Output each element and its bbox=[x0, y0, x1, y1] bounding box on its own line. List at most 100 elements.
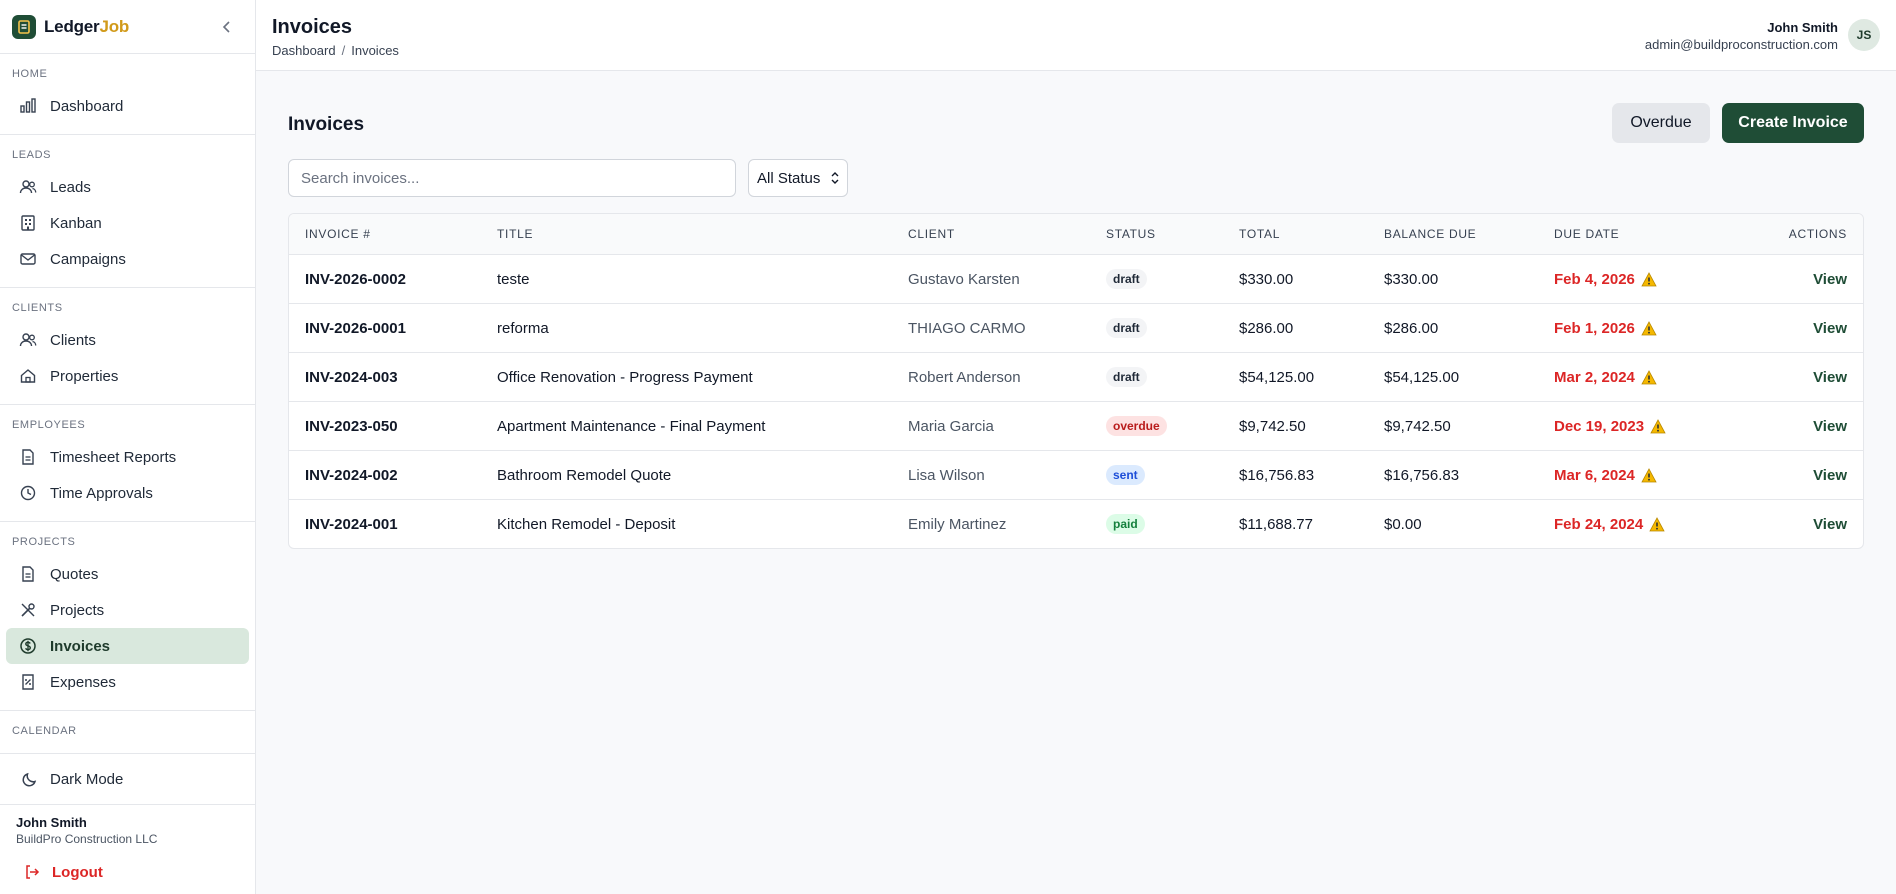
home-icon bbox=[18, 366, 38, 386]
brand-name-part1: Ledger bbox=[44, 16, 100, 36]
sidebar-item-leads[interactable]: Leads bbox=[6, 169, 249, 205]
invoice-title: teste bbox=[497, 270, 530, 288]
status-cell: paid bbox=[1106, 500, 1145, 548]
sidebar-item-campaigns[interactable]: Campaigns bbox=[6, 241, 249, 277]
sidebar-item-label: Time Approvals bbox=[50, 484, 153, 502]
breadcrumb: Dashboard / Invoices bbox=[272, 43, 399, 58]
warning-icon bbox=[1650, 418, 1666, 434]
avatar[interactable]: JS bbox=[1848, 19, 1880, 51]
logout-icon bbox=[22, 862, 42, 882]
nav-section-label: HOME bbox=[12, 68, 48, 80]
status-badge: draft bbox=[1106, 318, 1147, 338]
invoice-number: INV-2026-0001 bbox=[305, 319, 406, 337]
table-header-row: INVOICE # TITLE CLIENT STATUS TOTAL BALA… bbox=[289, 214, 1863, 254]
invoice-title: Office Renovation - Progress Payment bbox=[497, 368, 753, 386]
warning-icon bbox=[1641, 369, 1657, 385]
file-icon bbox=[18, 564, 38, 584]
table-row[interactable]: INV-2024-002 Bathroom Remodel Quote Lisa W… bbox=[289, 450, 1863, 499]
search-input[interactable] bbox=[288, 159, 736, 197]
table-row[interactable]: INV-2024-001 Kitchen Remodel - Deposit Emi… bbox=[289, 499, 1863, 548]
receipt-icon bbox=[18, 672, 38, 692]
invoice-balance: $0.00 bbox=[1384, 515, 1422, 533]
sidebar-nav: HOME Dashboard LEADS Leads Kanban Campaigns CL… bbox=[0, 54, 255, 737]
invoice-client: Robert Anderson bbox=[908, 368, 1021, 386]
sidebar-item-expenses[interactable]: Expenses bbox=[6, 664, 249, 700]
status-cell: sent bbox=[1106, 451, 1145, 499]
header-user-info: John Smith admin@buildproconstruction.co… bbox=[1645, 20, 1838, 52]
sidebar-item-projects[interactable]: Projects bbox=[6, 592, 249, 628]
view-link[interactable]: View bbox=[1813, 255, 1847, 303]
invoice-client: Gustavo Karsten bbox=[908, 270, 1020, 288]
create-invoice-button[interactable]: Create Invoice bbox=[1722, 103, 1864, 143]
invoice-total: $330.00 bbox=[1239, 270, 1294, 288]
sidebar-item-clients[interactable]: Clients bbox=[6, 322, 249, 358]
sidebar-item-label: Campaigns bbox=[50, 250, 126, 268]
table-row[interactable]: INV-2026-0002 teste Gustavo Karsten draft $3… bbox=[289, 254, 1863, 303]
nav-section-label: CALENDAR bbox=[12, 725, 77, 737]
status-cell: overdue bbox=[1106, 402, 1167, 450]
brand-name-part2: Job bbox=[99, 16, 130, 36]
col-header-title: TITLE bbox=[497, 227, 534, 241]
due-date-cell: Feb 4, 2026 bbox=[1554, 255, 1657, 303]
sidebar-item-properties[interactable]: Properties bbox=[6, 358, 249, 394]
table-body: INV-2026-0002 teste Gustavo Karsten draft $3… bbox=[289, 254, 1863, 548]
invoices-table: INVOICE # TITLE CLIENT STATUS TOTAL BALA… bbox=[288, 213, 1864, 549]
invoice-due-date: Feb 24, 2024 bbox=[1554, 515, 1644, 533]
status-filter-select[interactable]: All Status bbox=[748, 159, 848, 197]
mail-icon bbox=[18, 249, 38, 269]
sidebar-item-timesheet-reports[interactable]: Timesheet Reports bbox=[6, 439, 249, 475]
invoice-number: INV-2024-003 bbox=[305, 368, 398, 386]
logout-button[interactable]: Logout bbox=[16, 862, 240, 882]
breadcrumb-invoices: Invoices bbox=[351, 43, 399, 58]
nav-section-employees: EMPLOYEES Timesheet Reports Time Approvals bbox=[0, 405, 255, 522]
invoice-client: Emily Martinez bbox=[908, 515, 1007, 533]
invoice-client: Lisa Wilson bbox=[908, 466, 985, 484]
view-link[interactable]: View bbox=[1813, 451, 1847, 499]
view-link[interactable]: View bbox=[1813, 402, 1847, 450]
sidebar-footer: Dark Mode John Smith BuildPro Constructi… bbox=[0, 753, 256, 894]
invoice-total: $16,756.83 bbox=[1239, 466, 1315, 484]
status-badge: paid bbox=[1106, 514, 1145, 534]
view-link[interactable]: View bbox=[1813, 304, 1847, 352]
col-header-total: TOTAL bbox=[1239, 227, 1281, 241]
table-row[interactable]: INV-2024-003 Office Renovation - Progress… bbox=[289, 352, 1863, 401]
logo-icon bbox=[12, 14, 36, 39]
building-icon bbox=[18, 213, 38, 233]
overdue-button[interactable]: Overdue bbox=[1612, 103, 1710, 143]
collapse-sidebar-button[interactable] bbox=[217, 17, 237, 37]
invoice-total: $9,742.50 bbox=[1239, 417, 1306, 435]
invoice-title: Kitchen Remodel - Deposit bbox=[497, 515, 676, 533]
invoice-due-date: Mar 6, 2024 bbox=[1554, 466, 1635, 484]
users-icon bbox=[18, 330, 38, 350]
warning-icon bbox=[1641, 320, 1657, 336]
col-header-invoice: INVOICE # bbox=[305, 227, 371, 241]
nav-section-label: LEADS bbox=[12, 149, 52, 161]
invoice-due-date: Dec 19, 2023 bbox=[1554, 417, 1645, 435]
invoice-title: Bathroom Remodel Quote bbox=[497, 466, 672, 484]
moon-icon bbox=[20, 769, 40, 789]
due-date-cell: Dec 19, 2023 bbox=[1554, 402, 1666, 450]
sidebar-item-kanban[interactable]: Kanban bbox=[6, 205, 249, 241]
nav-section-label: PROJECTS bbox=[12, 536, 76, 548]
sidebar-item-invoices[interactable]: Invoices bbox=[6, 628, 249, 664]
status-badge: draft bbox=[1106, 269, 1147, 289]
due-date-cell: Feb 24, 2024 bbox=[1554, 500, 1665, 548]
view-link[interactable]: View bbox=[1813, 353, 1847, 401]
nav-section-calendar: CALENDAR bbox=[0, 711, 255, 737]
chevron-left-icon bbox=[222, 21, 230, 33]
sidebar-item-dashboard[interactable]: Dashboard bbox=[6, 88, 249, 124]
table-row[interactable]: INV-2026-0001 reforma THIAGO CARMO draft $28… bbox=[289, 303, 1863, 352]
table-row[interactable]: INV-2023-050 Apartment Maintenance - Fina… bbox=[289, 401, 1863, 450]
nav-section-clients: CLIENTS Clients Properties bbox=[0, 288, 255, 405]
view-link[interactable]: View bbox=[1813, 500, 1847, 548]
breadcrumb-dashboard[interactable]: Dashboard bbox=[272, 43, 336, 58]
sidebar-item-label: Invoices bbox=[50, 637, 111, 655]
due-date-cell: Mar 6, 2024 bbox=[1554, 451, 1657, 499]
dark-mode-toggle[interactable]: Dark Mode bbox=[0, 753, 256, 805]
col-header-balance: BALANCE DUE bbox=[1384, 227, 1477, 241]
sidebar-item-label: Expenses bbox=[50, 673, 116, 691]
invoice-client: THIAGO CARMO bbox=[908, 319, 1026, 337]
warning-icon bbox=[1641, 467, 1657, 483]
sidebar-item-quotes[interactable]: Quotes bbox=[6, 556, 249, 592]
sidebar-item-time-approvals[interactable]: Time Approvals bbox=[6, 475, 249, 511]
